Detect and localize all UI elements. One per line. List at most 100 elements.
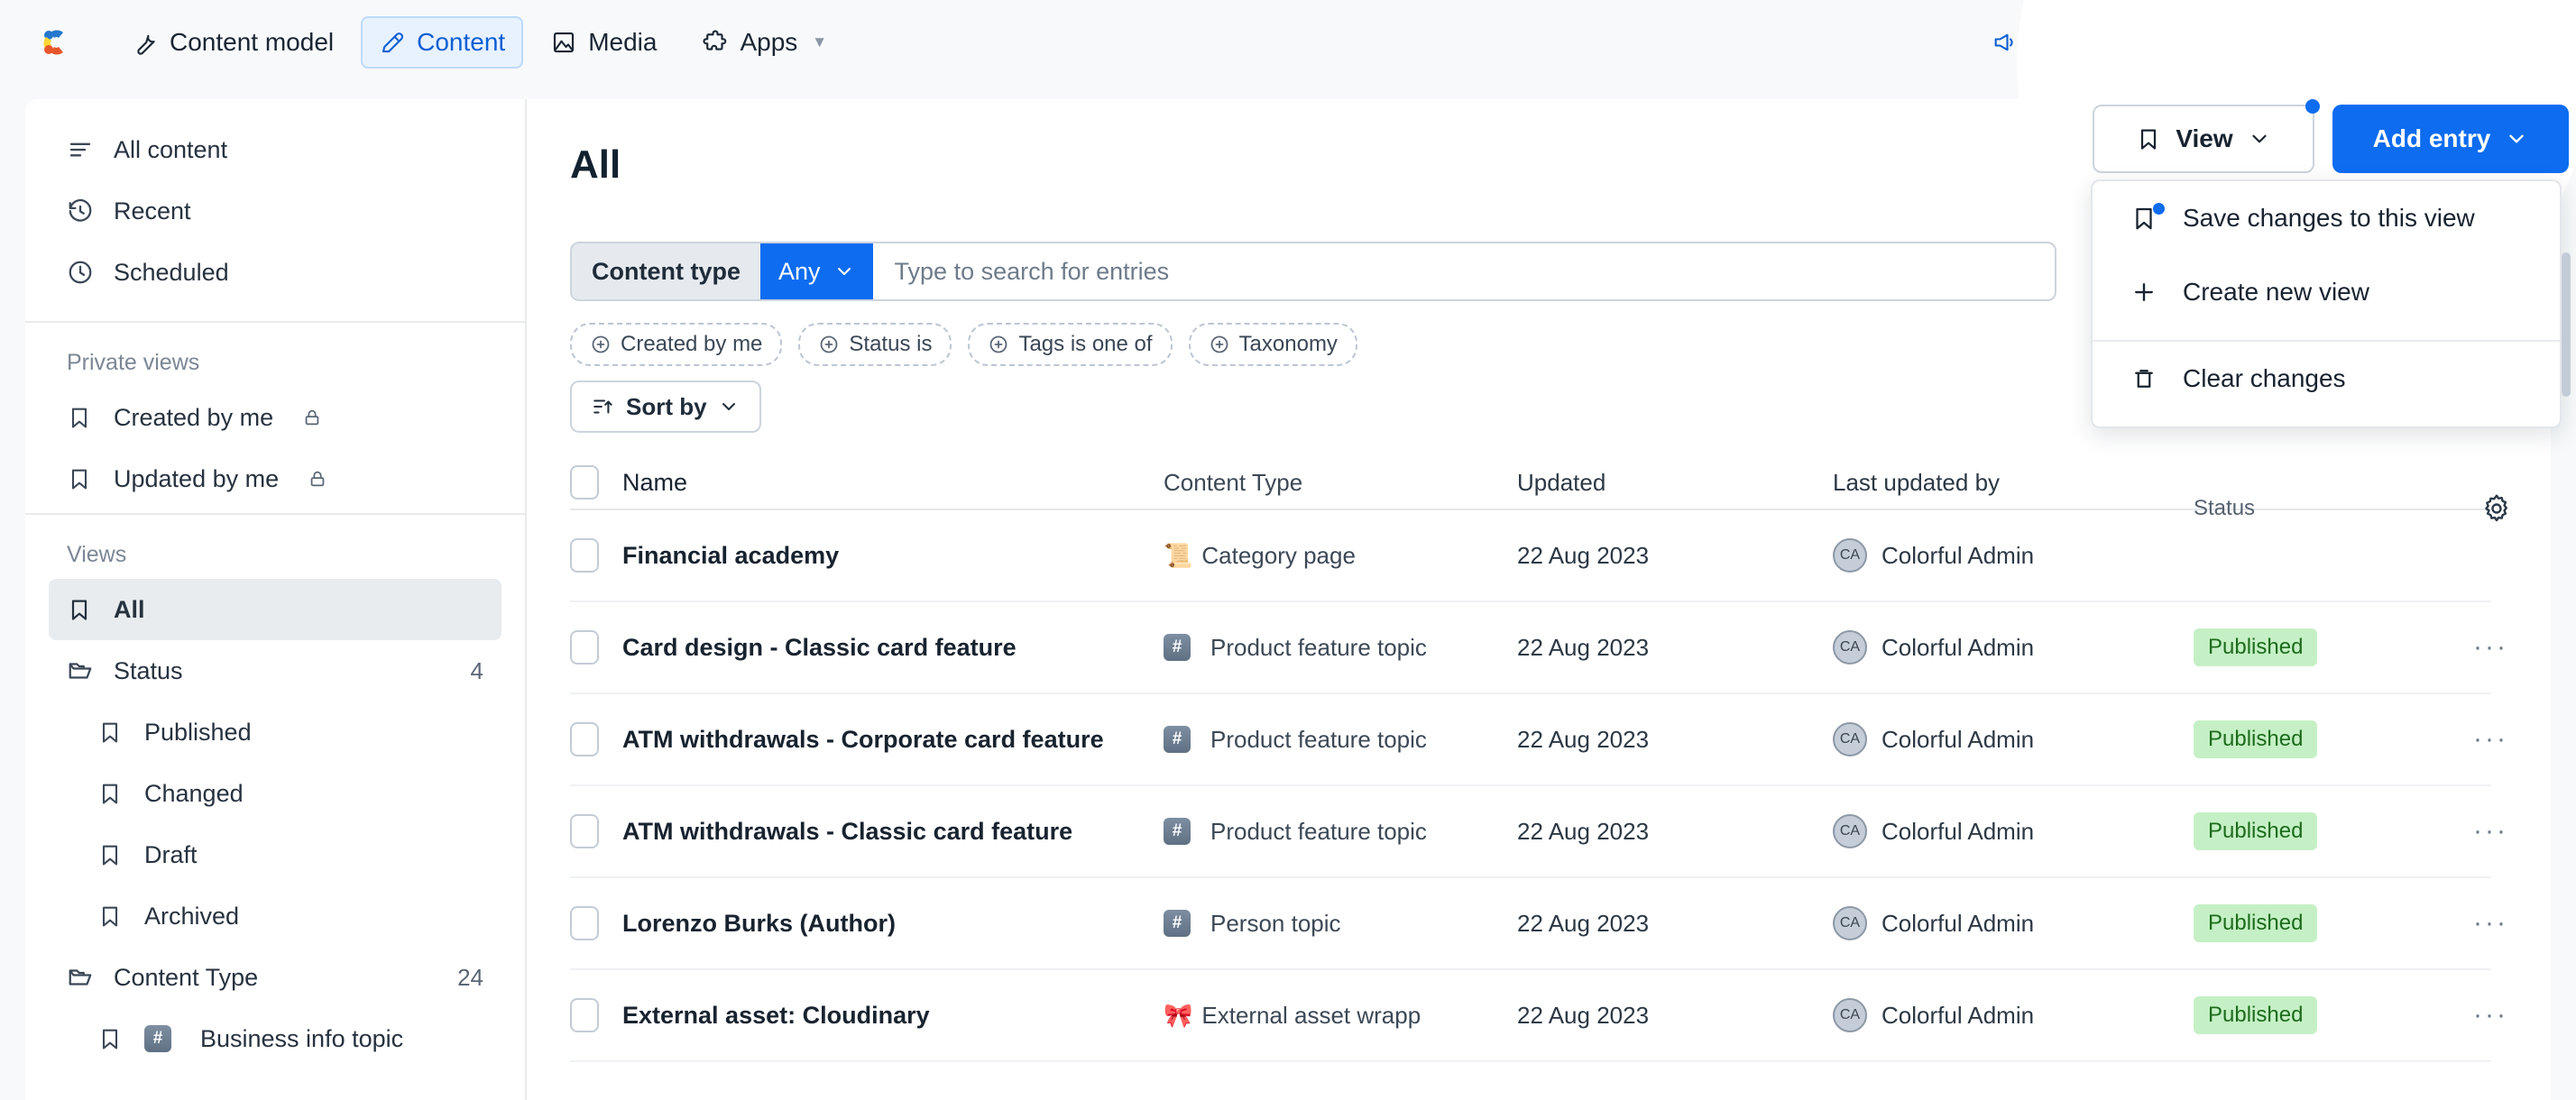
page-scrollbar-track[interactable]: [2560, 99, 2574, 1100]
row-checkbox-cell: [570, 814, 622, 848]
row-checkbox[interactable]: [570, 906, 599, 940]
nav-item-content[interactable]: Content: [361, 16, 523, 69]
cell-name: ATM withdrawals - Corporate card feature: [622, 723, 1164, 756]
row-more-icon[interactable]: ···: [2473, 632, 2508, 663]
row-checkbox[interactable]: [570, 538, 599, 573]
nav-item-content-model[interactable]: Content model: [114, 16, 352, 69]
space-name: Contentful: [2237, 28, 2352, 57]
sidebar-label: Scheduled: [114, 259, 229, 287]
chevron-down-icon: [718, 396, 740, 417]
sidebar-label: Business info topic: [200, 1025, 403, 1053]
row-checkbox[interactable]: [570, 998, 599, 1032]
column-header-name[interactable]: Name: [622, 466, 1164, 499]
space-selector[interactable]: Contentful ›: [2213, 16, 2408, 69]
sidebar-item-content-type-folder[interactable]: Content Type 24: [49, 947, 501, 1008]
row-checkbox[interactable]: [570, 630, 599, 665]
sidebar-item-draft[interactable]: Draft: [49, 824, 501, 885]
table-row[interactable]: Financial academy 📜 Category page 22 Aug…: [570, 510, 2491, 602]
wrench-icon: [132, 29, 159, 56]
trash-icon: [2130, 365, 2163, 392]
nav-item-media[interactable]: Media: [532, 16, 675, 69]
filter-chip-tags-is-one-of[interactable]: Tags is one of: [968, 323, 1172, 366]
chip-label: Tags is one of: [1018, 332, 1152, 357]
settings-gear-button[interactable]: [2448, 27, 2479, 58]
lock-icon: [302, 408, 322, 427]
page-scrollbar-thumb[interactable]: [2562, 252, 2571, 397]
filter-chip-status-is[interactable]: Status is: [798, 323, 952, 366]
bookmark-icon: [67, 405, 96, 430]
sidebar-item-archived[interactable]: Archived: [49, 885, 501, 947]
contentful-logo[interactable]: [36, 23, 76, 62]
user-avatar[interactable]: AR: [2502, 20, 2547, 65]
sidebar-item-business-info-topic[interactable]: # Business info topic: [49, 1008, 501, 1069]
sidebar-item-created-by-me[interactable]: Created by me: [49, 387, 501, 448]
sidebar-item-all-content[interactable]: All content: [49, 119, 501, 180]
cell-status: Published: [2194, 628, 2473, 666]
cell-last-updated-by: CA Colorful Admin: [1833, 630, 2194, 665]
ribbon-emoji-icon: 🎀: [1164, 1002, 1192, 1030]
row-more-icon[interactable]: ···: [2473, 724, 2508, 755]
table-row[interactable]: Card design - Classic card feature # Pro…: [570, 602, 2491, 694]
menu-item-save-changes-to-this-view[interactable]: Save changes to this view: [2093, 181, 2560, 255]
sidebar-item-all[interactable]: All: [49, 579, 501, 640]
row-checkbox[interactable]: [570, 814, 599, 848]
table-settings-gear-button[interactable]: [2480, 492, 2513, 525]
search-input[interactable]: [873, 243, 2055, 299]
select-all-checkbox[interactable]: [570, 465, 599, 500]
cell-content-type-label: External asset wrapp: [1201, 1002, 1421, 1030]
row-avatar: CA: [1833, 538, 1867, 573]
nav-label: Apps: [740, 28, 797, 57]
chip-label: Created by me: [621, 332, 762, 357]
row-checkbox[interactable]: [570, 722, 599, 756]
menu-item-clear-changes[interactable]: Clear changes: [2093, 342, 2560, 416]
column-header-last-updated-by[interactable]: Last updated by: [1833, 469, 2194, 497]
column-header-content-type[interactable]: Content Type: [1164, 469, 1517, 497]
cell-actions: ···: [2473, 724, 2551, 755]
add-entry-button[interactable]: Add entry: [2332, 105, 2569, 173]
row-more-icon[interactable]: ···: [2473, 908, 2508, 939]
sidebar-section-private-views: Private views: [25, 326, 525, 387]
sort-by-button[interactable]: Sort by: [570, 380, 761, 433]
row-checkbox-cell: [570, 630, 622, 665]
table-row[interactable]: ATM withdrawals - Classic card feature #…: [570, 786, 2491, 878]
row-more-icon[interactable]: ···: [2473, 816, 2508, 847]
plus-circle-icon: [988, 334, 1009, 355]
give-feedback-button[interactable]: Give feedback: [1992, 29, 2184, 57]
filter-chip-created-by-me[interactable]: Created by me: [570, 323, 782, 366]
status-badge: Published: [2194, 720, 2317, 758]
cell-content-type-label: Product feature topic: [1210, 634, 1427, 662]
cell-content-type-label: Product feature topic: [1210, 726, 1427, 754]
sidebar-item-status-folder[interactable]: Status 4: [49, 640, 501, 701]
sidebar-label: Status: [114, 657, 183, 685]
row-checkbox-cell: [570, 906, 622, 940]
content-type-filter-value: Any: [778, 258, 821, 286]
cell-user-name: Colorful Admin: [1881, 542, 2034, 570]
cell-content-type: # Product feature topic: [1164, 634, 1517, 662]
column-header-updated[interactable]: Updated: [1517, 469, 1833, 497]
sidebar-item-recent[interactable]: Recent: [49, 180, 501, 242]
row-more-icon[interactable]: ···: [2473, 1000, 2508, 1031]
sidebar-item-scheduled[interactable]: Scheduled: [49, 242, 501, 303]
row-checkbox-cell: [570, 998, 622, 1032]
sidebar-item-changed[interactable]: Changed: [49, 763, 501, 824]
menu-item-create-new-view[interactable]: Create new view: [2093, 255, 2560, 329]
view-button-label: View: [2176, 124, 2232, 153]
nav-item-apps[interactable]: Apps ▼: [684, 16, 845, 69]
sidebar-item-published[interactable]: Published: [49, 701, 501, 763]
view-button[interactable]: View: [2093, 105, 2314, 173]
history-icon: [67, 197, 96, 225]
table-row[interactable]: Lorenzo Burks (Author) # Person topic 22…: [570, 878, 2491, 970]
content-type-filter-select[interactable]: Any: [760, 243, 873, 299]
filter-chip-taxonomy[interactable]: Taxonomy: [1189, 323, 1357, 366]
table-row[interactable]: ATM withdrawals - Corporate card feature…: [570, 694, 2491, 786]
give-feedback-label: Give feedback: [2028, 29, 2184, 57]
content-type-filter-label: Content type: [572, 243, 760, 299]
column-header-status[interactable]: Status: [2194, 496, 2255, 521]
hash-badge-icon: #: [1164, 818, 1191, 845]
app-root: Content model Content Media: [0, 0, 2576, 1100]
sidebar-item-updated-by-me[interactable]: Updated by me: [49, 448, 501, 509]
cell-content-type: # Product feature topic: [1164, 818, 1517, 846]
main-nav-items: Content model Content Media: [114, 16, 845, 69]
table-row[interactable]: External asset: Cloudinary 🎀 External as…: [570, 970, 2491, 1062]
cell-user-name: Colorful Admin: [1881, 1002, 2034, 1030]
